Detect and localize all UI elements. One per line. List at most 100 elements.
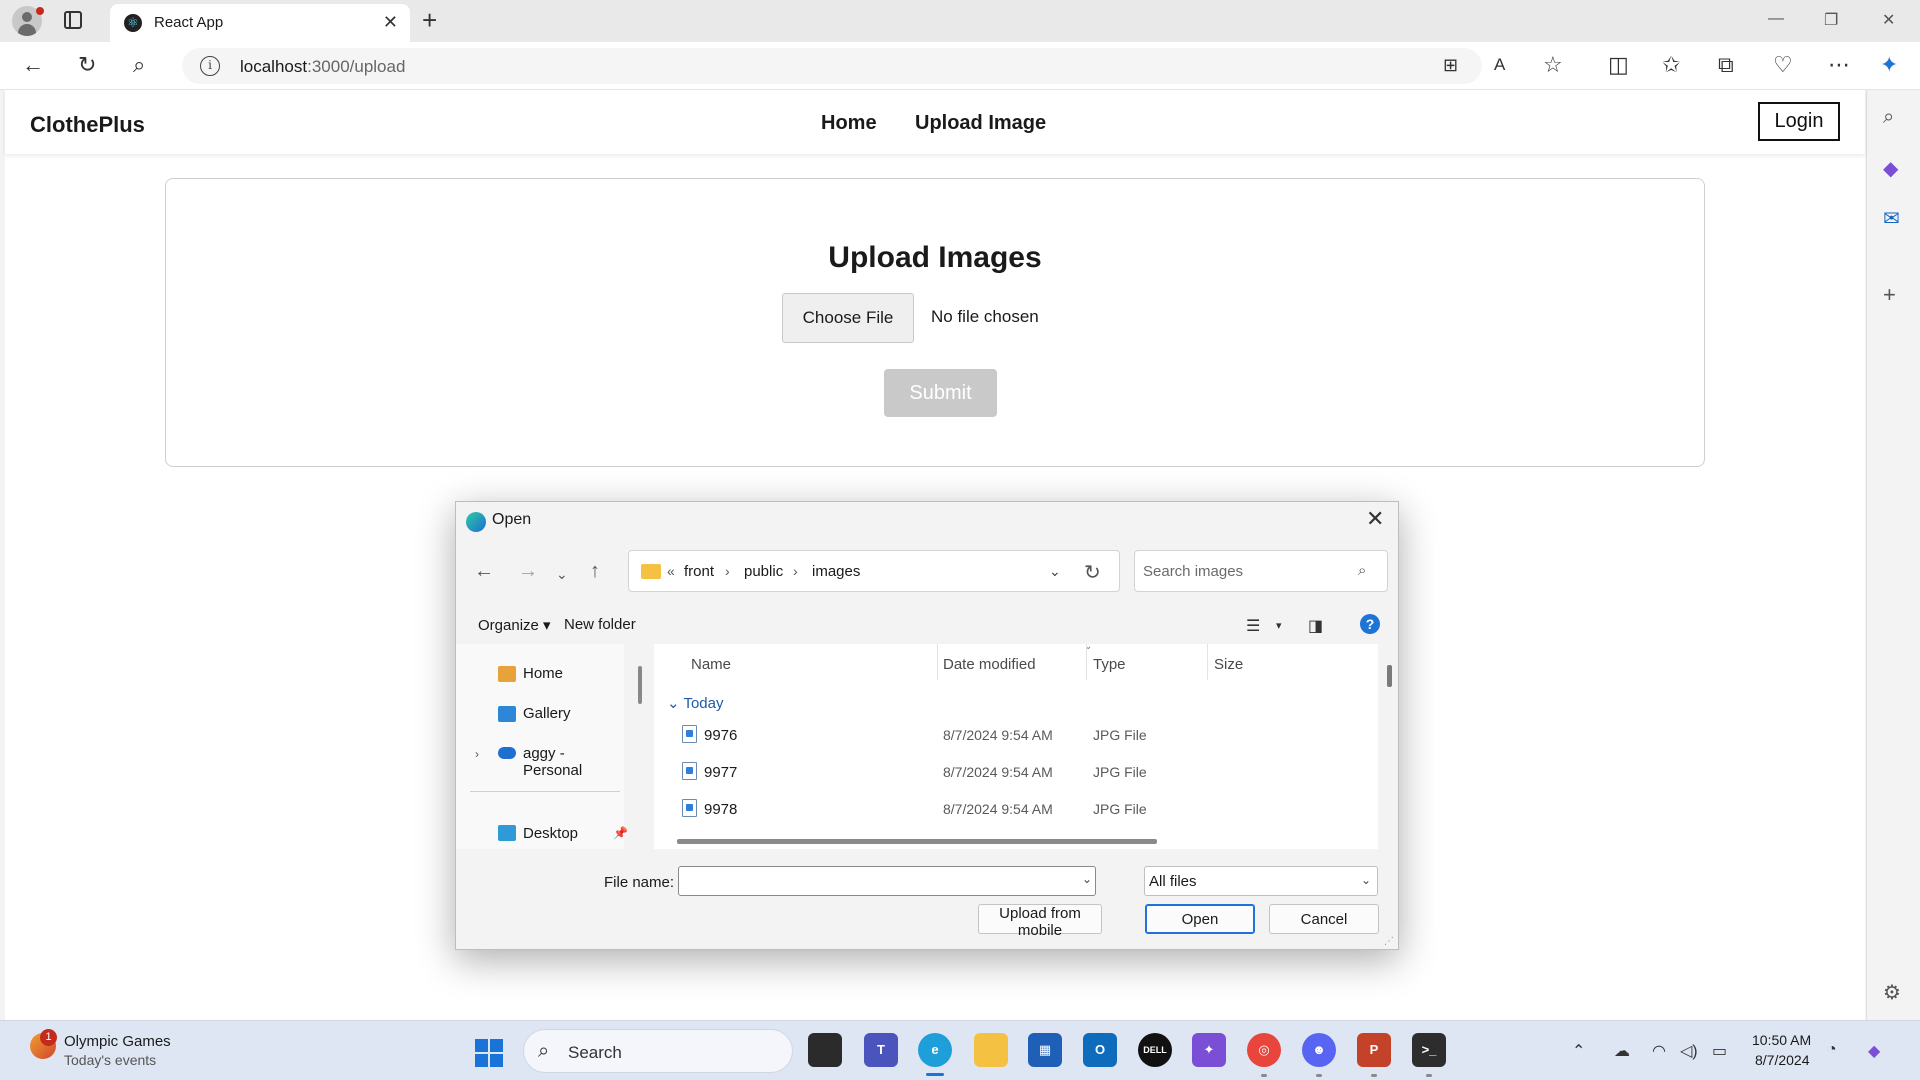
file-name-input[interactable]: ⌄ — [678, 866, 1096, 896]
sidebar-search-icon[interactable]: ⌕ — [1883, 106, 1894, 129]
upload-from-mobile-button[interactable]: Upload from mobile — [978, 904, 1102, 939]
address-bar[interactable]: i localhost:3000/upload — [182, 48, 1482, 84]
submit-button[interactable]: Submit — [884, 369, 997, 417]
task-view-icon[interactable] — [808, 1033, 842, 1067]
column-header-type[interactable]: Type — [1093, 656, 1126, 673]
tab-actions-icon[interactable] — [64, 11, 82, 29]
dialog-close-icon[interactable]: ✕ — [1366, 506, 1384, 532]
breadcrumb-images[interactable]: images — [812, 563, 860, 580]
terminal-icon[interactable]: >_ — [1412, 1033, 1446, 1067]
minimize-icon[interactable]: — — [1768, 10, 1784, 28]
column-header-date[interactable]: Date modified — [943, 656, 1036, 673]
nav-scrollbar[interactable] — [638, 666, 642, 704]
window-close-icon[interactable]: ✕ — [1882, 10, 1895, 30]
preview-pane-icon[interactable]: ◨ — [1308, 616, 1323, 636]
up-folder-icon[interactable]: ↑ — [590, 561, 600, 581]
breadcrumb-front[interactable]: front — [684, 563, 714, 580]
restore-icon[interactable]: ❐ — [1824, 10, 1838, 30]
chevron-down-icon[interactable]: ⌄ — [1049, 563, 1061, 580]
dialog-forward-icon[interactable]: → — [518, 561, 538, 581]
file-explorer-icon[interactable] — [974, 1033, 1008, 1067]
nav-item-onedrive[interactable]: aggy - Personal — [523, 745, 624, 779]
chevron-down-icon[interactable]: ⌄ — [1082, 872, 1092, 886]
help-icon[interactable]: ? — [1360, 614, 1380, 634]
wifi-icon[interactable]: ◠ — [1652, 1041, 1666, 1061]
nav-item-gallery[interactable]: Gallery — [523, 705, 571, 722]
group-header-today[interactable]: ⌄ Today — [667, 694, 724, 712]
copilot-app-icon[interactable]: ✦ — [1192, 1033, 1226, 1067]
outlook-icon[interactable]: O — [1083, 1033, 1117, 1067]
favorite-star-icon[interactable]: ☆ — [1543, 54, 1563, 76]
view-options-icon[interactable]: ▾ — [1276, 619, 1282, 632]
dialog-back-icon[interactable]: ← — [474, 561, 494, 581]
microsoft-store-icon[interactable]: ▦ — [1028, 1033, 1062, 1067]
file-list-horizontal-scrollbar[interactable] — [677, 839, 1157, 844]
notification-bell-icon[interactable]: ◔ — [1827, 1041, 1837, 1059]
volume-icon[interactable]: ◁) — [1680, 1041, 1698, 1061]
clock-time[interactable]: 10:50 AM — [1752, 1032, 1811, 1048]
file-row[interactable]: 9976 8/7/2024 9:54 AM JPG File — [654, 720, 1378, 752]
discord-icon[interactable]: ☻ — [1302, 1033, 1336, 1067]
nav-item-home[interactable]: Home — [523, 665, 563, 682]
expand-chevron-icon[interactable]: › — [475, 747, 479, 761]
cancel-button[interactable]: Cancel — [1269, 904, 1379, 934]
new-folder-button[interactable]: New folder — [564, 616, 636, 633]
nav-link-upload-image[interactable]: Upload Image — [915, 112, 1046, 135]
login-button[interactable]: Login — [1758, 102, 1840, 141]
site-info-icon[interactable]: i — [200, 56, 220, 76]
sidebar-outlook-icon[interactable]: ✉ — [1883, 206, 1900, 231]
browser-tab[interactable]: ⚛ React App ✕ — [110, 4, 410, 42]
split-screen-icon[interactable]: ◫ — [1608, 54, 1629, 76]
file-type-select[interactable]: All files ⌄ — [1144, 866, 1378, 896]
dialog-search-input[interactable] — [1134, 550, 1388, 592]
app-available-icon[interactable]: ⊞ — [1443, 54, 1458, 76]
file-row[interactable]: 9977 8/7/2024 9:54 AM JPG File — [654, 757, 1378, 789]
site-brand[interactable]: ClothePlus — [30, 112, 145, 138]
resize-grip-icon[interactable]: ⋰ — [1384, 936, 1394, 947]
file-row[interactable]: 9978 8/7/2024 9:54 AM JPG File — [654, 794, 1378, 826]
collections-icon[interactable]: ⧉ — [1718, 54, 1734, 76]
column-header-name[interactable]: Name — [691, 656, 731, 673]
more-menu-icon[interactable]: ⋯ — [1828, 54, 1850, 76]
choose-file-button[interactable]: Choose File — [782, 293, 914, 343]
organize-menu[interactable]: Organize ▾ — [478, 616, 551, 634]
reload-icon[interactable]: ↻ — [78, 54, 96, 76]
browser-essentials-icon[interactable]: ♡ — [1773, 54, 1793, 76]
sidebar-settings-icon[interactable]: ⚙ — [1883, 980, 1901, 1005]
clock-date[interactable]: 8/7/2024 — [1755, 1052, 1810, 1068]
widget-title[interactable]: Olympic Games — [64, 1033, 171, 1050]
battery-icon[interactable]: ▭ — [1712, 1041, 1727, 1061]
recent-locations-icon[interactable]: ⌄ — [556, 564, 568, 584]
copilot-tray-icon[interactable]: ◆ — [1868, 1041, 1880, 1061]
dell-icon[interactable]: DELL — [1138, 1033, 1172, 1067]
sidebar-copilot-icon[interactable]: ◆ — [1883, 156, 1898, 181]
widget-subtitle[interactable]: Today's events — [64, 1052, 156, 1068]
favorites-icon[interactable]: ✩ — [1662, 54, 1680, 76]
search-icon[interactable]: ⌕ — [133, 54, 145, 76]
sidebar-add-icon[interactable]: + — [1883, 282, 1896, 308]
breadcrumb[interactable]: « front › public › images ⌄ ↻ — [628, 550, 1120, 592]
windows-start-icon[interactable] — [475, 1039, 503, 1067]
onedrive-tray-icon[interactable]: ☁ — [1614, 1041, 1630, 1061]
breadcrumb-overflow[interactable]: « — [667, 563, 675, 579]
nav-item-desktop[interactable]: Desktop — [523, 825, 578, 842]
tab-close-icon[interactable]: ✕ — [383, 12, 398, 33]
column-header-size[interactable]: Size — [1214, 656, 1243, 673]
copilot-icon[interactable]: ✦ — [1880, 54, 1898, 76]
view-list-icon[interactable]: ☰ — [1246, 616, 1260, 636]
read-aloud-icon[interactable]: A — [1494, 54, 1505, 76]
file-list-vertical-scrollbar[interactable] — [1387, 665, 1392, 687]
powerpoint-icon[interactable]: P — [1357, 1033, 1391, 1067]
open-button[interactable]: Open — [1145, 904, 1255, 934]
refresh-icon[interactable]: ↻ — [1084, 560, 1101, 585]
taskbar-search[interactable]: ⌕ Search — [523, 1029, 793, 1073]
tray-overflow-icon[interactable]: ⌃ — [1572, 1041, 1585, 1061]
teams-icon[interactable]: T — [864, 1033, 898, 1067]
breadcrumb-public[interactable]: public — [744, 563, 783, 580]
back-icon[interactable]: ← — [22, 54, 44, 76]
nav-link-home[interactable]: Home — [821, 112, 877, 135]
new-tab-icon[interactable]: + — [422, 6, 437, 34]
chrome-icon[interactable]: ◎ — [1247, 1033, 1281, 1067]
edge-icon[interactable]: e — [918, 1033, 952, 1067]
site-navbar: ClothePlus Home Upload Image Login — [5, 90, 1865, 154]
